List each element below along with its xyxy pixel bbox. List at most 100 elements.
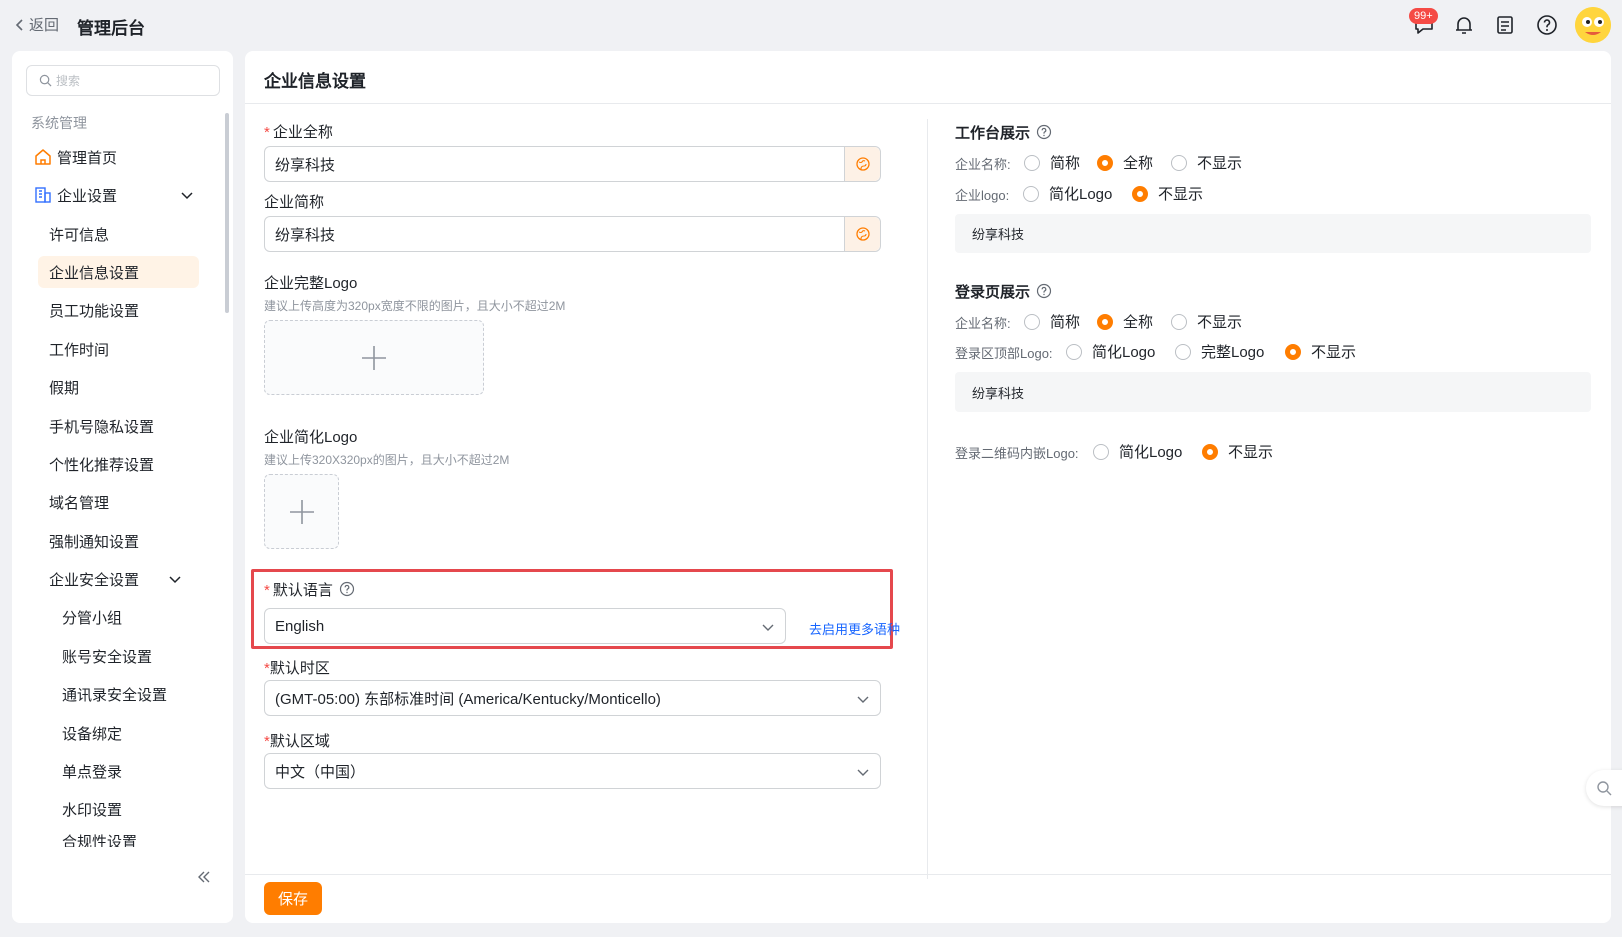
- avatar[interactable]: [1575, 7, 1611, 43]
- sidebar: 搜索 系统管理 管理首页 企业设置 许可信息 企业信息设置 员工功能设置 工作时…: [12, 51, 233, 923]
- login-top-logo-option-hidden[interactable]: 不显示: [1285, 341, 1356, 362]
- sidebar-item-label: 员工功能设置: [49, 302, 140, 320]
- help-icon[interactable]: [1036, 283, 1052, 299]
- sidebar-item-sso[interactable]: 单点登录: [12, 755, 212, 787]
- short-name-input[interactable]: 纷享科技: [264, 216, 881, 252]
- login-qr-logo-option-hidden[interactable]: 不显示: [1202, 441, 1273, 462]
- region-select[interactable]: 中文（中国）: [264, 753, 881, 789]
- plus-icon: [362, 345, 386, 370]
- save-button[interactable]: 保存: [264, 882, 322, 915]
- workbench-logo-option-hidden[interactable]: 不显示: [1132, 183, 1203, 204]
- radio-label: 不显示: [1197, 314, 1243, 331]
- full-logo-label: 企业完整Logo: [264, 275, 358, 292]
- short-logo-uploader[interactable]: [264, 474, 339, 549]
- region-value: 中文（中国）: [275, 763, 366, 781]
- back-button[interactable]: 返回: [14, 14, 59, 35]
- sidebar-item-home[interactable]: 管理首页: [12, 141, 212, 173]
- full-logo-hint: 建议上传高度为320px宽度不限的图片，且大小不超过2M: [264, 299, 566, 313]
- workbench-name-option-hidden[interactable]: 不显示: [1171, 152, 1242, 173]
- login-qr-logo-option-short[interactable]: 简化Logo: [1093, 441, 1182, 462]
- workbench-preview: 纷享科技: [955, 214, 1591, 253]
- login-title: 登录页展示: [955, 281, 1052, 302]
- sidebar-item-domain[interactable]: 域名管理: [12, 486, 212, 518]
- translate-button[interactable]: [844, 217, 880, 251]
- sidebar-item-holidays[interactable]: 假期: [12, 371, 212, 403]
- sidebar-item-recommendation[interactable]: 个性化推荐设置: [12, 448, 212, 480]
- language-label-text: 默认语言: [272, 582, 333, 599]
- sidebar-item-compliance[interactable]: 合规性设置: [12, 831, 212, 847]
- sidebar-item-label: 许可信息: [49, 226, 110, 244]
- login-name-option-short[interactable]: 简称: [1024, 311, 1080, 332]
- chevron-down-icon: [181, 192, 193, 200]
- sidebar-item-work-hours[interactable]: 工作时间: [12, 333, 212, 365]
- bell-icon[interactable]: [1452, 13, 1476, 37]
- document-icon[interactable]: [1493, 13, 1517, 37]
- full-logo-uploader[interactable]: [264, 320, 484, 395]
- floating-search-button[interactable]: [1586, 770, 1622, 806]
- region-label: *默认区域: [264, 730, 330, 751]
- sidebar-item-enterprise-info[interactable]: 企业信息设置: [38, 256, 199, 288]
- help-icon[interactable]: [1036, 124, 1052, 140]
- login-name-option-hidden[interactable]: 不显示: [1171, 311, 1242, 332]
- sidebar-item-contacts-security[interactable]: 通讯录安全设置: [12, 678, 212, 710]
- workbench-name-option-full[interactable]: 全称: [1097, 152, 1153, 173]
- search-icon: [39, 74, 52, 87]
- radio-dot: [1171, 313, 1187, 330]
- sidebar-scrollbar[interactable]: [225, 113, 229, 313]
- radio-label: 全称: [1123, 314, 1154, 331]
- footer-divider: [245, 874, 1611, 875]
- full-name-label: * 企业全称: [264, 121, 333, 142]
- radio-label: 不显示: [1228, 444, 1274, 461]
- search-input[interactable]: 搜索: [26, 65, 220, 96]
- sidebar-item-phone-privacy[interactable]: 手机号隐私设置: [12, 410, 212, 442]
- sidebar-item-watermark[interactable]: 水印设置: [12, 793, 212, 825]
- login-top-logo-option-short[interactable]: 简化Logo: [1066, 341, 1155, 362]
- radio-dot: [1024, 154, 1040, 171]
- short-name-label: 企业简称: [264, 194, 325, 211]
- sidebar-item-license[interactable]: 许可信息: [12, 218, 212, 250]
- sidebar-item-sub-group[interactable]: 分管小组: [12, 601, 212, 633]
- sidebar-item-label: 企业信息设置: [49, 264, 140, 282]
- sidebar-item-enterprise-security[interactable]: 企业安全设置: [12, 563, 212, 595]
- full-name-input[interactable]: 纷享科技: [264, 146, 881, 182]
- sidebar-item-enterprise-settings[interactable]: 企业设置: [12, 179, 212, 211]
- sidebar-item-label: 水印设置: [62, 801, 123, 819]
- sidebar-item-account-security[interactable]: 账号安全设置: [12, 640, 212, 672]
- collapse-sidebar-icon[interactable]: [196, 869, 212, 885]
- workbench-name-option-short[interactable]: 简称: [1024, 152, 1080, 173]
- sidebar-item-forced-notification[interactable]: 强制通知设置: [12, 525, 212, 557]
- help-icon[interactable]: [339, 581, 355, 597]
- workbench-logo-option-short[interactable]: 简化Logo: [1023, 183, 1112, 204]
- language-label: * 默认语言: [264, 579, 355, 600]
- globe-icon: [855, 227, 870, 241]
- language-select[interactable]: English: [264, 608, 786, 644]
- help-icon[interactable]: [1535, 13, 1559, 37]
- sidebar-item-label: 企业安全设置: [49, 571, 140, 589]
- radio-dot: [1202, 443, 1218, 460]
- sidebar-item-label: 账号安全设置: [62, 648, 153, 666]
- sidebar-item-label: 企业设置: [57, 187, 118, 205]
- sidebar-item-employee-features[interactable]: 员工功能设置: [12, 294, 212, 326]
- login-top-logo-option-full[interactable]: 完整Logo: [1175, 341, 1264, 362]
- language-value: English: [275, 617, 325, 635]
- translate-button[interactable]: [844, 147, 880, 181]
- workbench-name-label: 企业名称:: [955, 157, 1011, 172]
- column-divider: [927, 119, 928, 879]
- sidebar-item-label: 分管小组: [62, 609, 123, 627]
- radio-dot: [1132, 185, 1148, 202]
- radio-label: 简化Logo: [1049, 186, 1113, 203]
- region-label-text: 默认区域: [269, 733, 330, 750]
- enable-more-languages-link[interactable]: 去启用更多语种: [809, 619, 900, 638]
- sidebar-item-device-binding[interactable]: 设备绑定: [12, 717, 212, 749]
- login-top-logo-label: 登录区顶部Logo:: [955, 346, 1053, 361]
- timezone-select[interactable]: (GMT-05:00) 东部标准时间 (America/Kentucky/Mon…: [264, 680, 881, 716]
- full-name-label-text: 企业全称: [272, 124, 333, 141]
- chevron-left-icon: [15, 18, 23, 31]
- home-icon: [34, 148, 52, 166]
- timezone-label-text: 默认时区: [269, 660, 330, 677]
- login-name-option-full[interactable]: 全称: [1097, 311, 1153, 332]
- back-label: 返回: [29, 17, 60, 34]
- required-mark: *: [264, 124, 270, 141]
- workbench-logo-label: 企业logo:: [955, 188, 1010, 203]
- login-qr-logo-label: 登录二维码内嵌Logo:: [955, 446, 1079, 461]
